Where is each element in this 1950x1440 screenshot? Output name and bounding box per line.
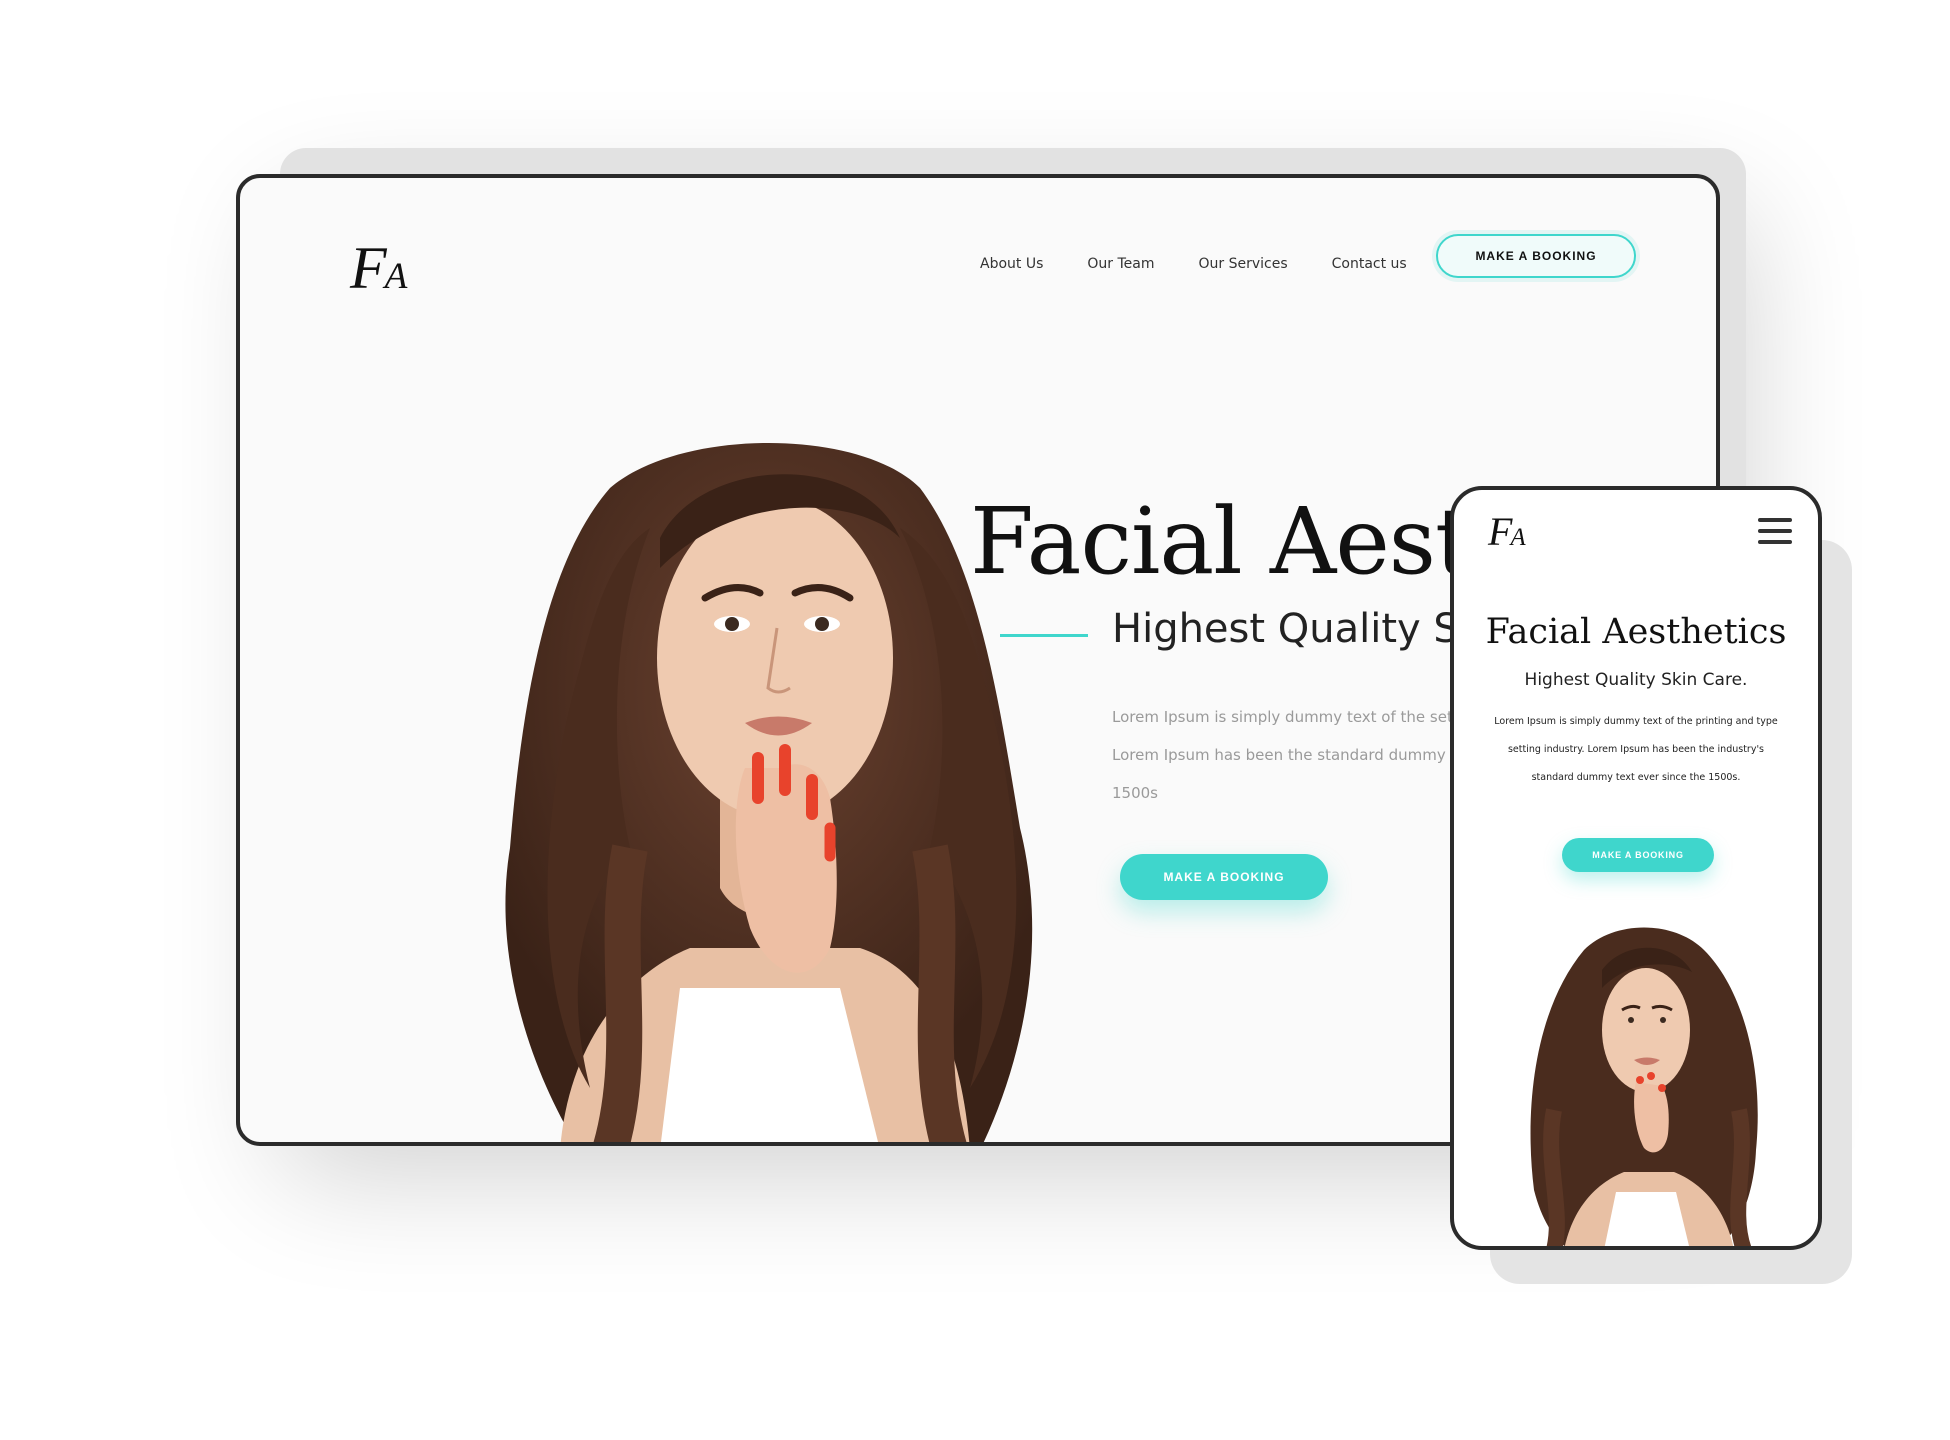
phone-mockup: FA Facial Aesthetics Highest Quality Ski… [1450,486,1822,1250]
nav-our-services[interactable]: Our Services [1199,256,1288,272]
nav-make-booking-button[interactable]: MAKE A BOOKING [1436,234,1636,278]
hero-title: Facial Aesth [970,488,1530,595]
logo-letter-a: A [1510,524,1525,551]
mobile-hero-title: Facial Aesthetics [1485,612,1787,652]
nav-our-team[interactable]: Our Team [1087,256,1154,272]
desktop-nav: About Us Our Team Our Services Contact u… [980,256,1451,272]
logo-letter-a: A [384,256,408,297]
logo-letter-f: F [1488,509,1512,554]
hero-subtitle: Highest Quality Sk [1112,606,1482,652]
nav-contact-us[interactable]: Contact us [1332,256,1407,272]
logo-letter-f: F [350,235,387,301]
hamburger-menu-icon[interactable] [1758,518,1792,551]
mobile-hero-model-photo [1530,927,1758,1246]
desktop-logo[interactable]: FA [350,234,408,303]
nav-about-us[interactable]: About Us [980,256,1043,272]
make-booking-button[interactable]: MAKE A BOOKING [1120,854,1328,900]
mobile-hero-body-text: Lorem Ipsum is simply dummy text of the … [1494,716,1778,783]
mobile-hero-subtitle: Highest Quality Skin Care. [1524,670,1748,690]
mobile-logo[interactable]: FA [1488,508,1526,555]
accent-line [1000,634,1088,637]
mobile-make-booking-button[interactable]: MAKE A BOOKING [1562,838,1714,872]
hero-model-photo [505,443,1033,1142]
